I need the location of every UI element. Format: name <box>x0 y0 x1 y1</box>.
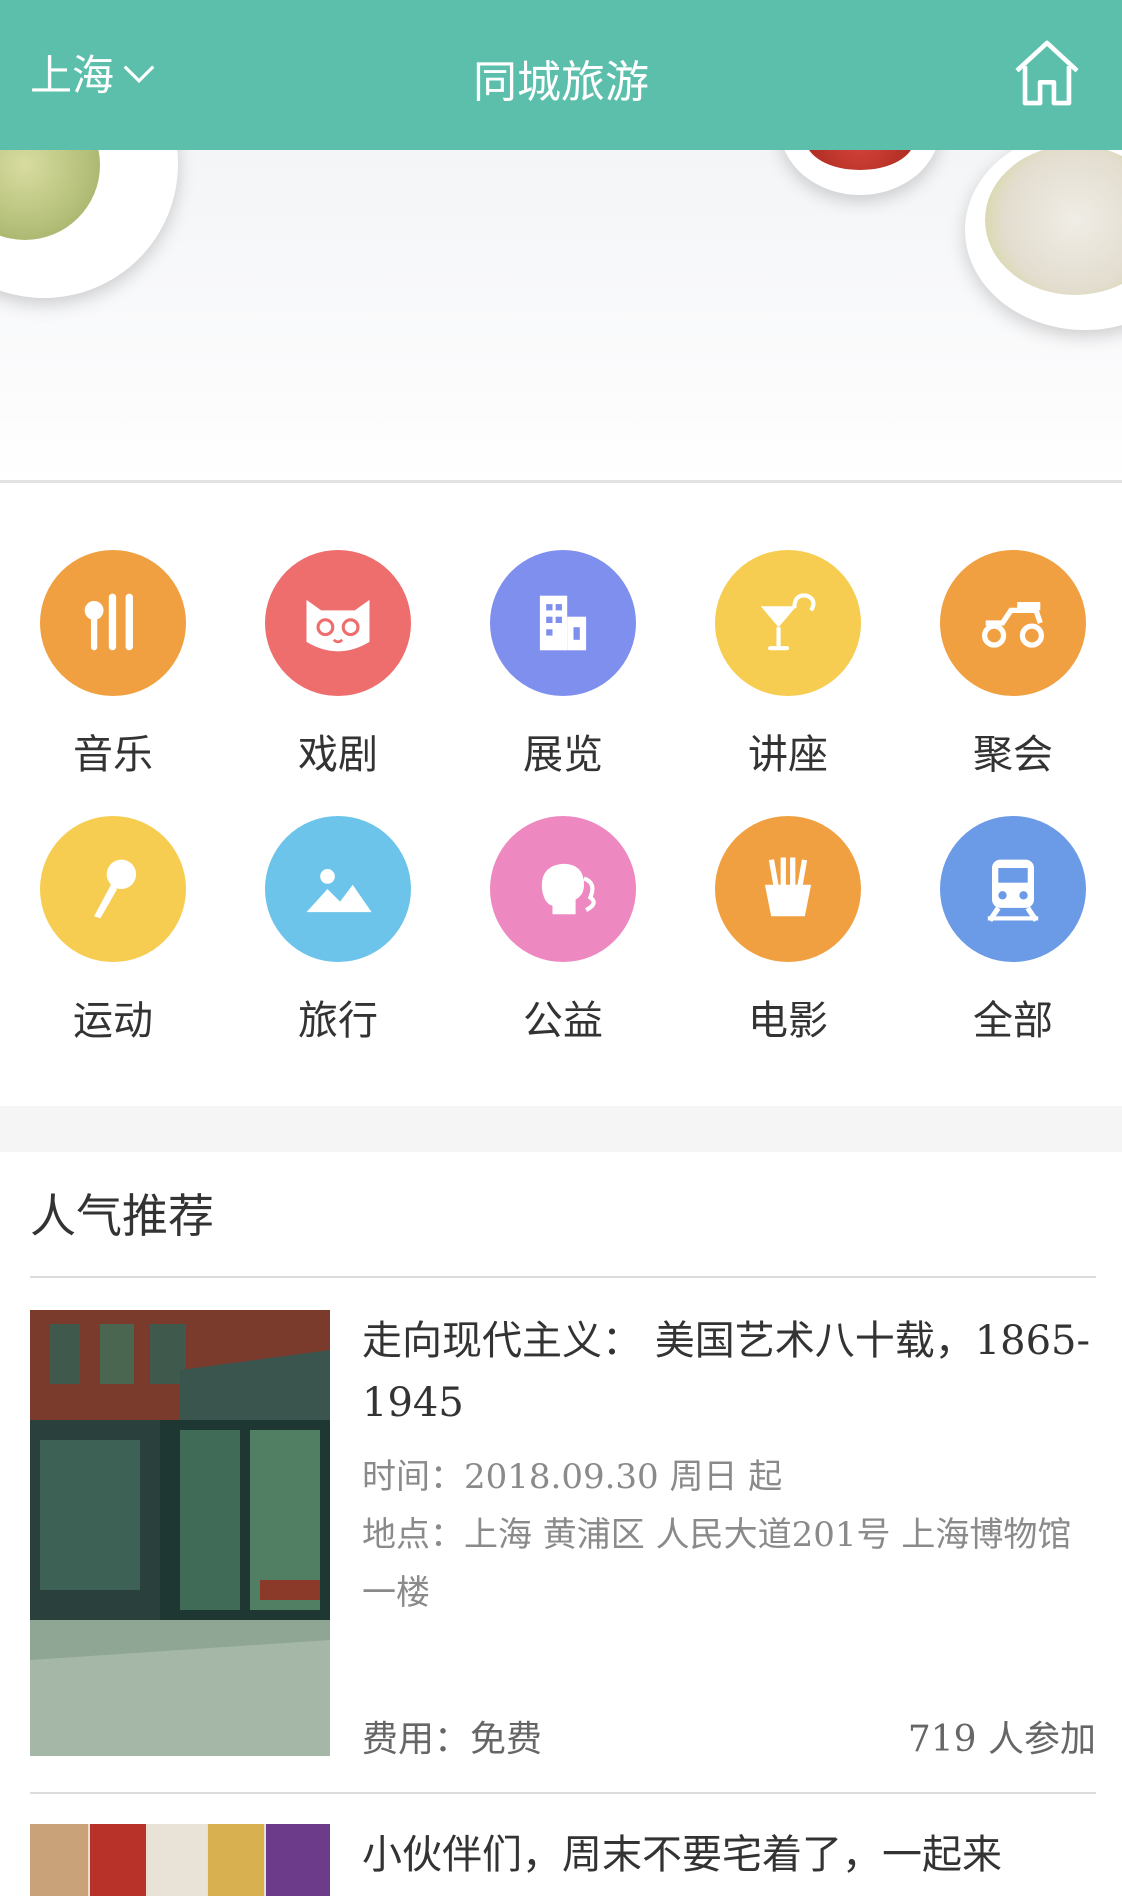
category-circle <box>940 816 1086 962</box>
home-icon[interactable] <box>1010 36 1084 110</box>
banner-image[interactable] <box>0 150 1122 480</box>
top-bar: 上海 同城旅游 <box>0 0 1122 150</box>
train-icon <box>987 859 1039 922</box>
category-label: 公益 <box>523 998 603 1044</box>
fries-icon <box>764 857 812 917</box>
page-title: 同城旅游 <box>473 57 649 108</box>
event-time: 时间：2018.09.30 周日 起 <box>362 1457 783 1497</box>
landscape-icon <box>306 869 372 913</box>
category-sports[interactable]: 运动 <box>38 816 188 1046</box>
category-label: 全部 <box>973 998 1053 1044</box>
category-travel[interactable]: 旅行 <box>263 816 413 1046</box>
category-label: 聚会 <box>973 732 1053 778</box>
category-label: 旅行 <box>298 998 378 1044</box>
event-info: 小伙伴们，周末不要宅着了，一起来 <box>362 1824 1096 1886</box>
category-drama[interactable]: 戏剧 <box>263 550 413 780</box>
category-label: 运动 <box>73 998 153 1044</box>
category-lecture[interactable]: 讲座 <box>713 550 863 780</box>
banner-plate-right <box>965 150 1122 330</box>
banner-plate-top <box>780 150 940 195</box>
event-info: 走向现代主义： 美国艺术八十载，1865-1945 时间：2018.09.30 … <box>362 1310 1096 1760</box>
banner-divider <box>0 480 1122 483</box>
event-participants: 719 人参加 <box>907 1719 1096 1760</box>
category-circle <box>265 816 411 962</box>
category-label: 音乐 <box>73 732 153 778</box>
event-thumbnail <box>30 1310 330 1756</box>
category-circle <box>715 816 861 962</box>
event-fee: 费用：免费 <box>362 1719 543 1760</box>
cat-face-icon <box>306 599 370 652</box>
building-icon <box>539 595 587 651</box>
category-label: 讲座 <box>748 732 828 778</box>
category-circle <box>490 816 636 962</box>
category-circle <box>40 550 186 696</box>
category-circle <box>265 550 411 696</box>
category-exhibition[interactable]: 展览 <box>488 550 638 780</box>
card-divider <box>30 1792 1096 1794</box>
event-card[interactable]: 小伙伴们，周末不要宅着了，一起来 <box>30 1824 1096 1896</box>
fork-knife-icon <box>84 593 133 651</box>
category-music[interactable]: 音乐 <box>38 550 188 780</box>
category-circle <box>40 816 186 962</box>
category-circle <box>940 550 1086 696</box>
category-all[interactable]: 全部 <box>938 816 1088 1046</box>
event-thumbnail <box>30 1824 330 1896</box>
section-title-divider <box>30 1276 1096 1278</box>
event-card[interactable]: 走向现代主义： 美国艺术八十载，1865-1945 时间：2018.09.30 … <box>30 1310 1096 1760</box>
category-label: 展览 <box>523 732 603 778</box>
category-circle <box>715 550 861 696</box>
scooter-icon <box>982 602 1044 648</box>
cocktail-icon <box>760 593 816 651</box>
person-head-icon <box>541 863 596 915</box>
event-title: 小伙伴们，周末不要宅着了，一起来 <box>362 1832 1002 1878</box>
category-label: 电影 <box>748 998 828 1044</box>
microphone-icon <box>94 859 137 919</box>
section-title: 人气推荐 <box>30 1189 214 1243</box>
banner-plate-left <box>0 150 178 298</box>
category-movie[interactable]: 电影 <box>713 816 863 1046</box>
category-charity[interactable]: 公益 <box>488 816 638 1046</box>
category-circle <box>490 550 636 696</box>
event-title: 走向现代主义： 美国艺术八十载，1865-1945 <box>362 1318 1091 1426</box>
category-label: 戏剧 <box>298 732 378 778</box>
category-party[interactable]: 聚会 <box>938 550 1088 780</box>
section-divider <box>0 1106 1122 1152</box>
event-location: 地点：上海 黄浦区 人民大道201号 上海博物馆一楼 <box>362 1515 1072 1613</box>
